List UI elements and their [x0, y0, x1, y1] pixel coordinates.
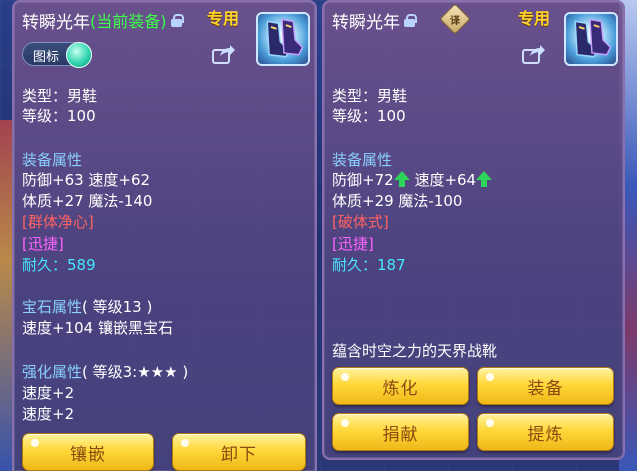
- gem-attr-row: 宝石属性( 等级13 ): [22, 297, 152, 317]
- gem-level: ( 等级13 ): [82, 298, 153, 316]
- equipped-tag: (当前装备): [90, 12, 167, 31]
- button-sparkle: [486, 419, 494, 427]
- special-skill-1: [群体净心]: [22, 213, 94, 231]
- button-sparkle: [341, 419, 349, 427]
- enhance-level: ( 等级3:★★★ ): [82, 363, 189, 381]
- exclusive-tag: 专用: [518, 9, 551, 28]
- unequip-button[interactable]: 卸下: [172, 433, 306, 471]
- icon-toggle[interactable]: 图标: [22, 42, 92, 68]
- donate-button-label: 捐献: [382, 424, 419, 445]
- toggle-label: 图标: [33, 50, 60, 65]
- item-title: 转瞬光年 (当前装备): [22, 8, 184, 33]
- item-name: 转瞬光年: [22, 12, 90, 33]
- lock-icon: [170, 13, 184, 27]
- item-type: 类型：男鞋: [332, 87, 408, 105]
- button-sparkle: [486, 373, 494, 381]
- item-name: 转瞬光年: [332, 12, 400, 33]
- special-skill-1: [破体式]: [332, 213, 389, 231]
- lock-icon: [404, 13, 417, 27]
- extract-button-label: 提炼: [527, 424, 564, 445]
- item-level: 等级：100: [22, 107, 96, 125]
- up-arrow-icon: [393, 171, 410, 188]
- inlay-button[interactable]: 镶嵌: [22, 433, 154, 471]
- special-skill-2: [迅捷]: [22, 235, 64, 253]
- gem-attr-line: 速度+104 镶嵌黑宝石: [22, 319, 173, 337]
- button-sparkle: [181, 439, 189, 447]
- button-sparkle: [31, 439, 39, 447]
- donate-button[interactable]: 捐献: [332, 413, 469, 451]
- equip-attr-line-2: 体质+27 魔法-140: [22, 192, 153, 210]
- equip-button[interactable]: 装备: [477, 367, 614, 405]
- refine-button-label: 炼化: [382, 378, 419, 399]
- share-icon[interactable]: [522, 44, 546, 64]
- item-level: 等级：100: [332, 107, 406, 125]
- share-icon[interactable]: [212, 44, 236, 64]
- up-arrow-icon: [476, 171, 493, 188]
- gem-attr-header: 宝石属性: [22, 298, 83, 316]
- inlay-button-label: 镶嵌: [70, 444, 106, 465]
- attr-defense: 防御+72: [332, 171, 394, 189]
- compare-icon[interactable]: 译: [439, 3, 471, 35]
- equip-button-label: 装备: [527, 378, 564, 399]
- enhance-attr-line-2: 速度+2: [22, 405, 75, 423]
- equipped-item-tooltip: 转瞬光年 (当前装备) 专用 图标 类型：男鞋 等级：100 装备属性 防御+6…: [12, 0, 317, 471]
- enhance-attr-line-1: 速度+2: [22, 384, 75, 402]
- equip-attr-header: 装备属性: [332, 151, 393, 169]
- boots-icon: [564, 12, 618, 66]
- durability: 耐久：187: [332, 256, 406, 274]
- attr-speed: 速度+64: [414, 171, 477, 189]
- equip-attr-header: 装备属性: [22, 151, 83, 169]
- special-skill-2: [迅捷]: [332, 235, 374, 253]
- enhance-attr-header: 强化属性: [22, 363, 83, 381]
- item-title: 转瞬光年: [332, 8, 417, 33]
- durability: 耐久：589: [22, 256, 96, 274]
- item-description: 蕴含时空之力的天界战靴: [332, 342, 498, 360]
- button-sparkle: [341, 373, 349, 381]
- enhance-attr-row: 强化属性( 等级3:★★★ ): [22, 362, 188, 382]
- equip-attr-line-1: 防御+63 速度+62: [22, 171, 151, 189]
- boots-icon: [256, 12, 310, 66]
- toggle-knob: [66, 42, 92, 68]
- equip-attr-line-1: 防御+72 速度+64: [332, 170, 493, 190]
- item-type: 类型：男鞋: [22, 87, 98, 105]
- exclusive-tag: 专用: [207, 9, 240, 28]
- refine-button[interactable]: 炼化: [332, 367, 469, 405]
- extract-button[interactable]: 提炼: [477, 413, 614, 451]
- compare-badge: 译: [450, 15, 460, 27]
- bag-item-tooltip: 转瞬光年 译 专用 类型：男鞋 等级：100 装备属性 防御+72 速度+64 …: [322, 0, 625, 460]
- unequip-button-label: 卸下: [221, 444, 257, 465]
- equip-attr-line-2: 体质+29 魔法-100: [332, 192, 463, 210]
